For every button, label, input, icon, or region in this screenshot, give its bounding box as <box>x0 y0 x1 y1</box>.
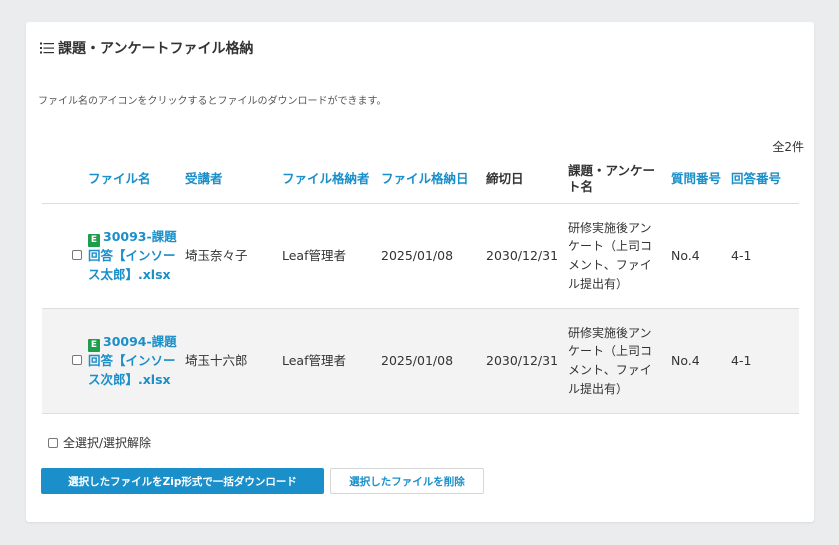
file-table: ファイル名 受講者 ファイル格納者 ファイル格納日 締切日 課題・アンケート名 … <box>42 155 799 414</box>
header-deadline: 締切日 <box>482 155 564 204</box>
row-checkbox[interactable] <box>72 249 82 260</box>
answer-no-cell: 4-1 <box>727 308 799 414</box>
row-checkbox-cell <box>42 203 84 309</box>
header-file-name[interactable]: ファイル名 <box>84 155 181 204</box>
section-title-text: 課題・アンケートファイル格納 <box>58 41 254 57</box>
header-question-no[interactable]: 質問番号 <box>667 155 727 204</box>
question-no-cell: No.4 <box>667 203 727 309</box>
section-description: ファイル名のアイコンをクリックするとファイルのダウンロードができます。 <box>38 96 387 107</box>
stored-by-cell: Leaf管理者 <box>278 308 377 414</box>
deadline-cell: 2030/12/31 <box>482 203 564 309</box>
excel-file-icon[interactable]: E <box>88 338 100 352</box>
header-trainee[interactable]: 受講者 <box>181 155 278 204</box>
file-link[interactable]: E 30094-課題回答【インソース次郎】.xlsx <box>88 334 177 387</box>
excel-file-icon[interactable]: E <box>88 233 100 247</box>
trainee-cell: 埼玉十六郎 <box>181 308 278 414</box>
row-checkbox-cell <box>42 308 84 414</box>
file-name[interactable]: 30093-課題回答【インソース太郎】.xlsx <box>88 229 177 282</box>
question-no-cell: No.4 <box>667 308 727 414</box>
total-count: 全2件 <box>772 140 804 154</box>
select-all-toggle[interactable]: 全選択/選択解除 <box>48 434 151 451</box>
file-link[interactable]: E 30093-課題回答【インソース太郎】.xlsx <box>88 229 177 282</box>
select-all-label[interactable]: 全選択/選択解除 <box>63 434 151 451</box>
file-storage-panel: 課題・アンケートファイル格納 ファイル名のアイコンをクリックするとファイルのダウ… <box>26 22 814 522</box>
section-title: 課題・アンケートファイル格納 <box>40 38 253 58</box>
header-stored-by[interactable]: ファイル格納者 <box>278 155 377 204</box>
header-stored-date[interactable]: ファイル格納日 <box>377 155 482 204</box>
file-name-cell: E 30093-課題回答【インソース太郎】.xlsx <box>84 203 181 309</box>
topic-cell: 研修実施後アンケート（上司コメント、ファイル提出有） <box>564 308 667 414</box>
topic-cell: 研修実施後アンケート（上司コメント、ファイル提出有） <box>564 203 667 309</box>
stored-by-cell: Leaf管理者 <box>278 203 377 309</box>
header-checkbox-col <box>42 155 84 204</box>
stored-date-cell: 2025/01/08 <box>377 203 482 309</box>
table-row: E 30094-課題回答【インソース次郎】.xlsx 埼玉十六郎 Leaf管理者 … <box>42 308 799 414</box>
download-zip-button[interactable]: 選択したファイルをZip形式で一括ダウンロード <box>41 468 324 494</box>
delete-files-button[interactable]: 選択したファイルを削除 <box>330 468 484 494</box>
trainee-cell: 埼玉奈々子 <box>181 203 278 309</box>
header-answer-no[interactable]: 回答番号 <box>727 155 799 204</box>
table-header-row: ファイル名 受講者 ファイル格納者 ファイル格納日 締切日 課題・アンケート名 … <box>42 155 799 204</box>
list-icon <box>40 42 54 54</box>
stored-date-cell: 2025/01/08 <box>377 308 482 414</box>
deadline-cell: 2030/12/31 <box>482 308 564 414</box>
select-all-checkbox[interactable] <box>48 437 58 448</box>
file-name[interactable]: 30094-課題回答【インソース次郎】.xlsx <box>88 334 177 387</box>
answer-no-cell: 4-1 <box>727 203 799 309</box>
row-checkbox[interactable] <box>72 354 82 365</box>
header-topic: 課題・アンケート名 <box>564 155 667 204</box>
table-row: E 30093-課題回答【インソース太郎】.xlsx 埼玉奈々子 Leaf管理者 … <box>42 203 799 309</box>
file-name-cell: E 30094-課題回答【インソース次郎】.xlsx <box>84 308 181 414</box>
